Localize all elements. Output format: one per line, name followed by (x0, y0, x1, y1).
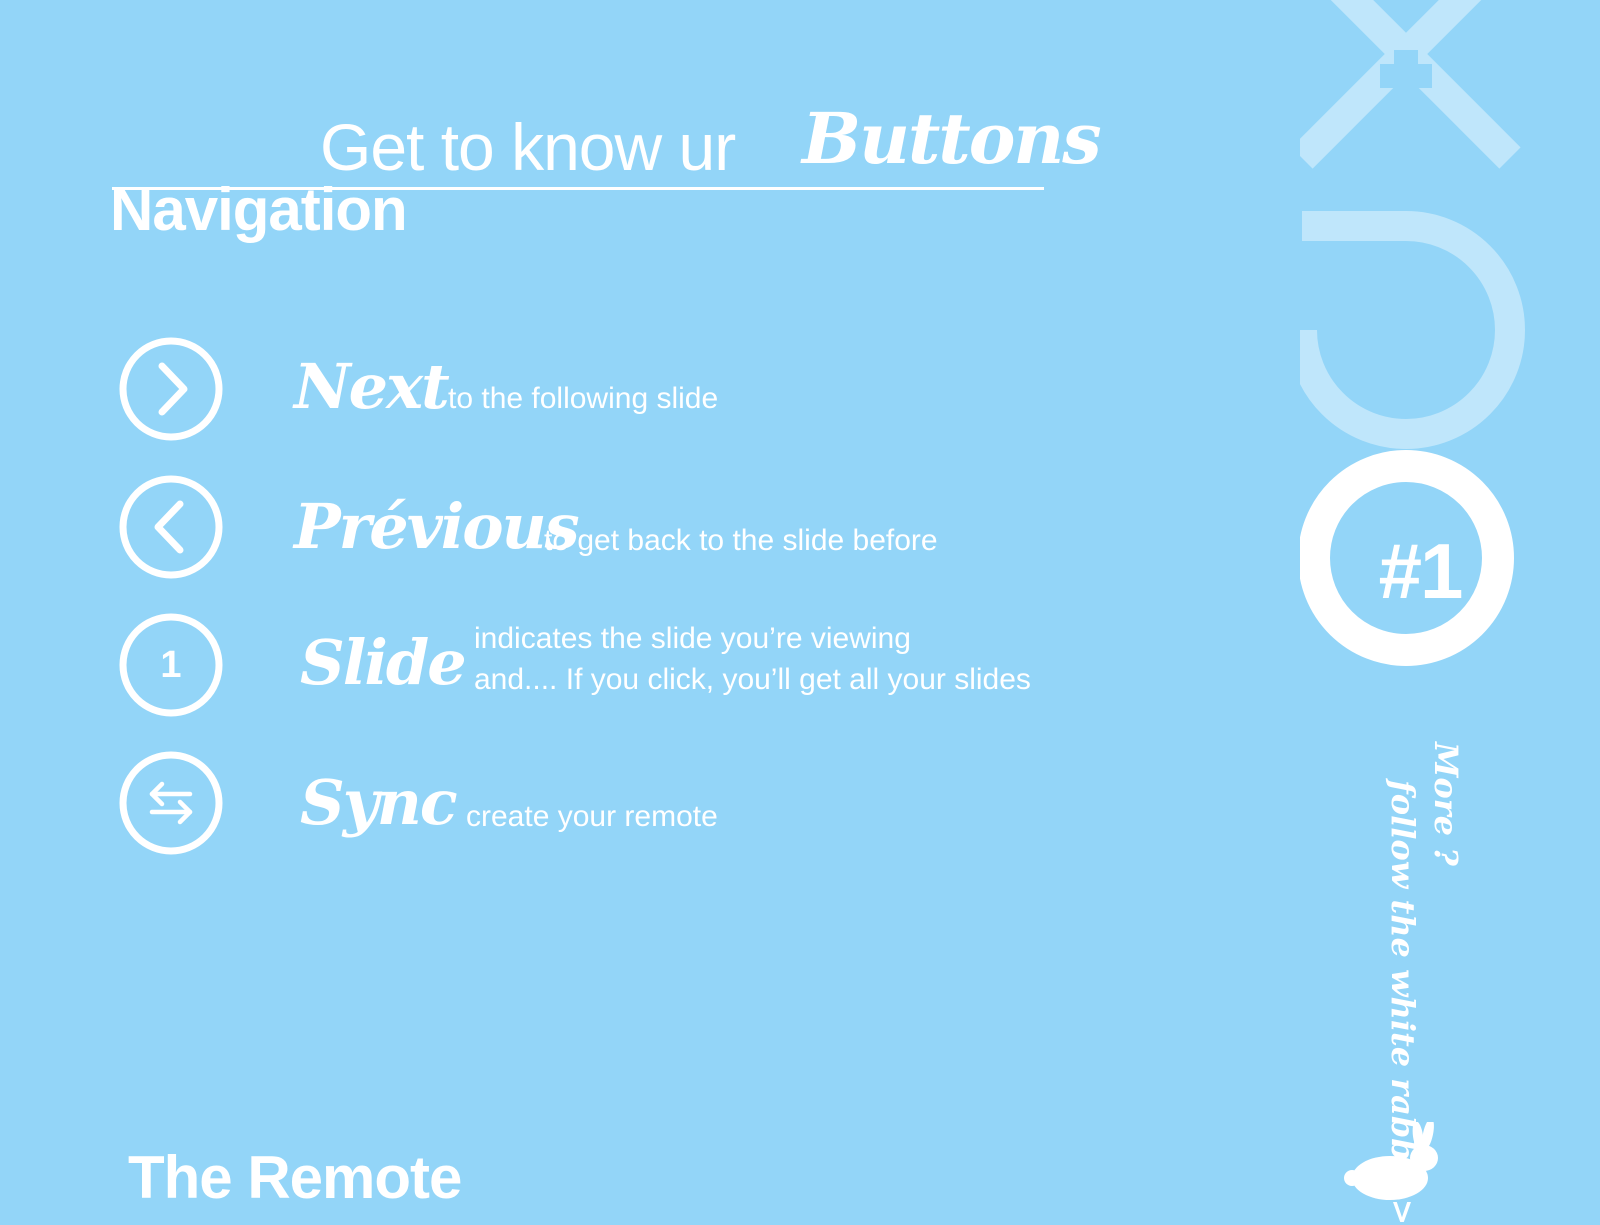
slide-number-button[interactable]: 1 (118, 612, 224, 718)
nav-item-previous: Prévious to get back to the slide before (118, 474, 1118, 584)
nav-item-sync: Sync create your remote (118, 750, 1118, 860)
rabbit-icon (1344, 1122, 1438, 1200)
nav-item-slide: 1 Slide indicates the slide you’re viewi… (118, 612, 1118, 722)
slide-number-icon: 1 (119, 613, 223, 717)
nav-item-name: Prévious (294, 490, 580, 563)
nav-item-description: to get back to the slide before (544, 524, 938, 557)
nav-item-name: Next (294, 350, 450, 423)
more-label: More ? (1427, 742, 1465, 866)
nav-item-description: create your remote (466, 800, 718, 833)
slide-number-label: 1 (160, 644, 181, 686)
sync-arrows-icon (119, 751, 223, 855)
chevron-left-icon (119, 475, 223, 579)
nav-item-name: Sync (300, 766, 458, 839)
nav-item-description: indicates the slide you’re viewing (474, 622, 911, 655)
navigation-heading: Navigation (110, 176, 408, 243)
remote-heading: The Remote (128, 1144, 462, 1211)
previous-button[interactable] (118, 474, 224, 580)
nav-item-next: Next to the following slide (118, 336, 1118, 446)
nav-item-description: and.... If you click, you’ll get all you… (474, 663, 1031, 696)
chevron-right-icon (119, 337, 223, 441)
sync-button[interactable] (118, 750, 224, 856)
nav-item-description: to the following slide (448, 382, 719, 415)
page-title-text: Get to know ur (320, 110, 736, 184)
nav-item-name: Slide (300, 626, 467, 699)
next-button[interactable] (118, 336, 224, 442)
page-title-emphasis: Buttons (802, 97, 1102, 180)
slide-badge: #1 (1378, 527, 1464, 615)
